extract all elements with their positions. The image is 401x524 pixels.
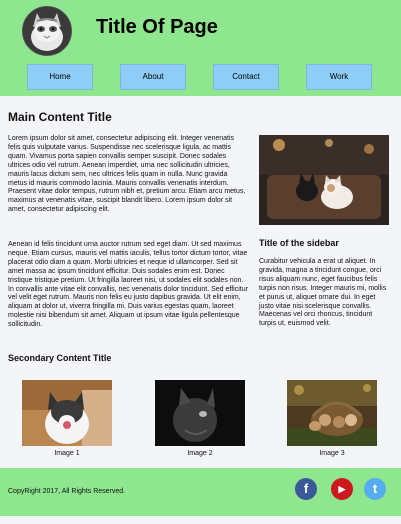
facebook-icon[interactable]: f [295,478,317,500]
gallery-caption-3: Image 3 [319,450,345,457]
header: Title Of Page Home About Contact Work [0,0,401,96]
copyright-text: CopyRight 2017, All Rights Reserved. [8,488,126,495]
sidebar-title: Title of the sidebar [259,238,339,248]
nav-work-button[interactable]: Work [306,64,372,90]
nav-contact-button[interactable]: Contact [213,64,279,90]
main-paragraph-1: Lorem ipsum dolor sit amet, consectetur … [8,135,246,214]
gallery-image-3 [287,380,377,446]
cat-portrait-icon [22,6,72,56]
page-title: Title Of Page [96,16,218,38]
gallery-image-2 [155,380,245,446]
main-content-title: Main Content Title [8,110,112,124]
sidebar-image [259,135,389,225]
sidebar-text: Curabitur vehicula a erat ut aliquet. In… [259,258,387,328]
gallery-image-1 [22,380,112,446]
footer: CopyRight 2017, All Rights Reserved. f ▶… [0,468,401,516]
nav-about-button[interactable]: About [120,64,186,90]
nav-home-button[interactable]: Home [27,64,93,90]
main-paragraph-2: Aenean id felis tincidunt urna auctor ru… [8,241,248,329]
main-nav: Home About Contact Work [0,64,401,90]
youtube-icon[interactable]: ▶ [331,478,353,500]
gallery-caption-1: Image 1 [54,450,80,457]
twitter-icon[interactable]: t [364,478,386,500]
gallery-caption-2: Image 2 [187,450,213,457]
secondary-content-title: Secondary Content Title [8,353,112,363]
